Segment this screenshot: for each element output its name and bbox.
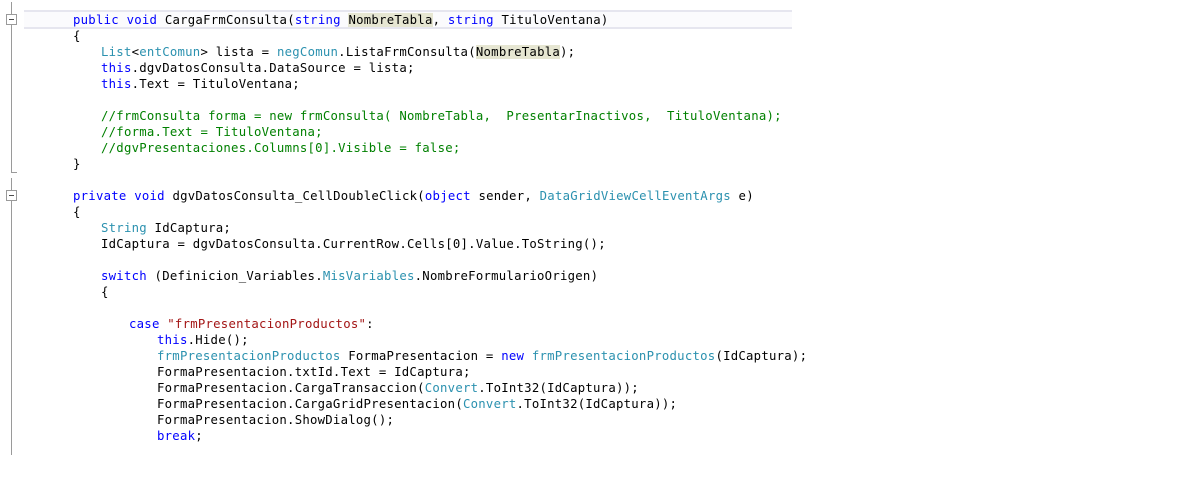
code-token: MisVariables: [322, 269, 415, 283]
code-token: DataGridViewCellEventArgs: [539, 189, 731, 203]
code-token: .Text = TituloVentana;: [131, 77, 300, 91]
code-token: :: [366, 317, 374, 331]
code-line[interactable]: switch (Definicion_Variables.MisVariable…: [0, 268, 598, 284]
code-editor[interactable]: public void CargaFrmConsulta(string Nomb…: [0, 0, 1190, 504]
code-token: .ToInt32(IdCaptura));: [516, 397, 678, 411]
code-token: new: [501, 349, 525, 363]
code-token: List: [101, 45, 132, 59]
code-line[interactable]: public void CargaFrmConsulta(string Nomb…: [0, 12, 609, 28]
code-token: Convert: [462, 397, 517, 411]
code-line[interactable]: FormaPresentacion.ShowDialog();: [0, 412, 394, 428]
code-token: .dgvDatosConsulta.DataSource = lista;: [131, 61, 415, 75]
code-token: //frmConsulta forma = new frmConsulta( N…: [101, 109, 782, 123]
code-token: FormaPresentacion.txtId.Text = IdCaptura…: [157, 365, 471, 379]
code-token: "frmPresentacionProductos": [167, 317, 367, 331]
code-text-area[interactable]: public void CargaFrmConsulta(string Nomb…: [0, 0, 1190, 504]
code-token: IdCaptura = dgvDatosConsulta.CurrentRow.…: [101, 237, 606, 251]
code-token: CargaFrmConsulta(: [157, 13, 295, 27]
code-line[interactable]: [0, 172, 73, 188]
code-line[interactable]: FormaPresentacion.CargaGridPresentacion(…: [0, 396, 677, 412]
code-line[interactable]: this.dgvDatosConsulta.DataSource = lista…: [0, 60, 415, 76]
code-line[interactable]: [0, 252, 101, 268]
code-line[interactable]: List<entComun> lista = negComun.ListaFrm…: [0, 44, 575, 60]
code-line[interactable]: IdCaptura = dgvDatosConsulta.CurrentRow.…: [0, 236, 606, 252]
code-token: void: [134, 189, 165, 203]
code-token: entComun: [139, 45, 201, 59]
code-line[interactable]: frmPresentacionProductos FormaPresentaci…: [0, 348, 807, 364]
code-line[interactable]: }: [0, 156, 81, 172]
code-token: Convert: [424, 381, 479, 395]
code-token: FormaPresentacion.ShowDialog();: [157, 413, 395, 427]
code-line[interactable]: //dgvPresentaciones.Columns[0].Visible =…: [0, 140, 461, 156]
code-token: negComun: [276, 45, 339, 59]
code-line[interactable]: {: [0, 204, 81, 220]
code-token: > lista =: [200, 45, 277, 59]
code-line[interactable]: {: [0, 28, 81, 44]
code-token: .ListaFrmConsulta(: [338, 45, 476, 59]
code-line[interactable]: private void dgvDatosConsulta_CellDouble…: [0, 188, 754, 204]
code-token: String: [101, 221, 147, 235]
code-token: this: [101, 77, 132, 91]
code-token: break: [157, 429, 196, 443]
code-line[interactable]: [0, 92, 101, 108]
code-token: TituloVentana): [493, 13, 609, 27]
code-token: FormaPresentacion =: [340, 349, 502, 363]
code-line[interactable]: case "frmPresentacionProductos":: [0, 316, 374, 332]
code-token: NombreTabla: [475, 45, 561, 59]
code-token: switch: [101, 269, 147, 283]
code-token: string: [294, 13, 341, 27]
code-token: //forma.Text = TituloVentana;: [101, 125, 323, 139]
code-token: .NombreFormularioOrigen): [414, 269, 599, 283]
code-line[interactable]: [0, 300, 101, 316]
code-line[interactable]: //forma.Text = TituloVentana;: [0, 124, 323, 140]
code-token: ,: [432, 13, 448, 27]
code-token: //dgvPresentaciones.Columns[0].Visible =…: [101, 141, 461, 155]
code-line[interactable]: {: [0, 284, 109, 300]
code-token: (IdCaptura);: [715, 349, 808, 363]
code-token: frmPresentacionProductos: [157, 349, 341, 363]
code-token: this: [101, 61, 132, 75]
code-line[interactable]: this.Text = TituloVentana;: [0, 76, 300, 92]
code-token: dgvDatosConsulta_CellDoubleClick(: [164, 189, 425, 203]
code-token: string: [447, 13, 494, 27]
code-token: private: [73, 189, 127, 203]
code-token: {: [73, 29, 81, 43]
code-token: );: [560, 45, 576, 59]
code-token: {: [101, 285, 109, 299]
code-token: e): [730, 189, 754, 203]
code-token: case: [129, 317, 160, 331]
code-token: this: [157, 333, 188, 347]
code-line[interactable]: FormaPresentacion.txtId.Text = IdCaptura…: [0, 364, 471, 380]
code-token: void: [126, 13, 158, 27]
code-token: sender,: [470, 189, 540, 203]
code-line[interactable]: this.Hide();: [0, 332, 249, 348]
code-token: FormaPresentacion.CargaTransaccion(: [157, 381, 425, 395]
code-line[interactable]: FormaPresentacion.CargaTransaccion(Conve…: [0, 380, 639, 396]
code-token: ;: [195, 429, 203, 443]
code-token: public: [73, 13, 119, 27]
code-token: (Definicion_Variables.: [146, 269, 323, 283]
code-token: }: [73, 157, 81, 171]
code-line[interactable]: break;: [0, 428, 203, 444]
code-line[interactable]: //frmConsulta forma = new frmConsulta( N…: [0, 108, 782, 124]
code-token: frmPresentacionProductos: [531, 349, 716, 363]
code-token: FormaPresentacion.CargaGridPresentacion(: [157, 397, 463, 411]
code-token: mbreTabla: [363, 13, 433, 27]
code-token: .ToInt32(IdCaptura));: [478, 381, 639, 395]
code-token: {: [73, 205, 81, 219]
code-token: .Hide();: [187, 333, 249, 347]
code-token: object: [424, 189, 471, 203]
code-token: IdCaptura;: [146, 221, 232, 235]
code-token: No: [348, 13, 364, 27]
code-line[interactable]: String IdCaptura;: [0, 220, 231, 236]
